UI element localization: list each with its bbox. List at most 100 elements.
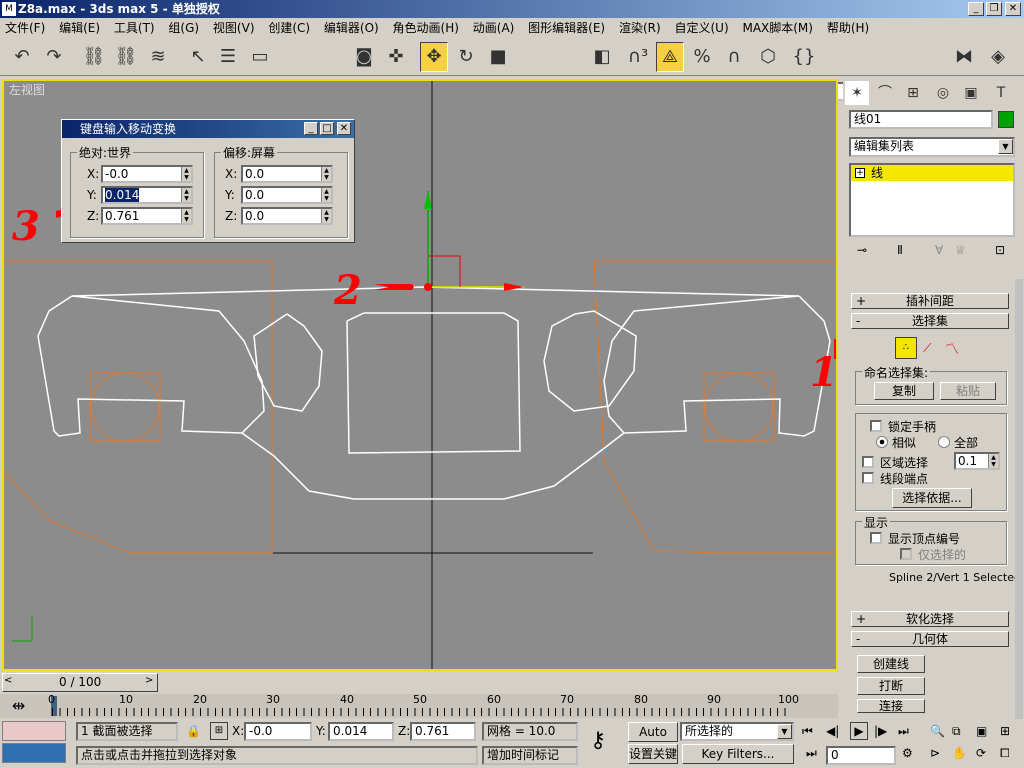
off-y-spinner[interactable]: 0.0 ▲ ▼ xyxy=(241,186,333,204)
time-prev-icon[interactable]: < xyxy=(4,675,12,686)
select-move-icon-alt[interactable]: ✜ xyxy=(382,42,410,72)
alike-radio[interactable] xyxy=(876,436,888,448)
show-end-result-icon[interactable]: Ⅱ xyxy=(897,243,903,257)
restore-button[interactable]: ❐ xyxy=(986,2,1002,16)
zoom-extents-icon[interactable]: ▣ xyxy=(976,724,987,738)
close-button[interactable]: ✕ xyxy=(1005,2,1021,16)
show-vertex-numbers-checkbox[interactable] xyxy=(870,532,882,544)
rollout-selection[interactable]: - 选择集 xyxy=(851,313,1009,329)
track-bar-icon[interactable]: ⇹ xyxy=(12,696,25,715)
vertex-subobject-button[interactable]: ∴ xyxy=(895,337,917,359)
time-slider-thumb[interactable]: < 0 / 100 > xyxy=(2,673,158,692)
window-crossing-icon[interactable]: ◙ xyxy=(350,42,378,72)
menu-modifiers[interactable]: 编辑器(O) xyxy=(319,18,384,38)
remove-modifier-icon[interactable]: ♕ xyxy=(955,243,966,257)
spinner-arrows-icon[interactable]: ▲ ▼ xyxy=(321,209,331,223)
menu-graph-editors[interactable]: 图形编辑器(E) xyxy=(523,18,610,38)
menu-animation[interactable]: 动画(A) xyxy=(468,18,520,38)
add-time-tag-field[interactable]: 增加时间标记 xyxy=(482,746,578,765)
named-sel-icon[interactable]: {} xyxy=(790,42,818,72)
unlink-icon[interactable]: ⛓ xyxy=(112,42,140,72)
menu-file[interactable]: 文件(F) xyxy=(0,18,50,38)
spinner-arrows-icon[interactable]: ▲ ▼ xyxy=(181,209,191,223)
time-next-icon[interactable]: > xyxy=(145,675,153,686)
configure-sets-icon[interactable]: ⊡ xyxy=(995,243,1005,257)
status-y-field[interactable]: 0.014 xyxy=(328,722,394,741)
time-slider-track[interactable]: < 0 / 100 > xyxy=(0,672,838,694)
dialog-minimize-button[interactable]: _ xyxy=(304,122,318,135)
redo-icon[interactable]: ↷ xyxy=(40,42,68,72)
goto-end-icon[interactable]: ⏭ xyxy=(898,724,909,739)
hierarchy-tab-icon[interactable]: ⊞ xyxy=(901,81,925,105)
rotate-icon[interactable]: ↻ xyxy=(452,42,480,72)
menu-maxscript[interactable]: MAX脚本(M) xyxy=(737,18,818,38)
maximize-viewport-icon[interactable]: ⧠ xyxy=(1000,746,1010,761)
pivot-icon[interactable]: ◧ xyxy=(588,42,616,72)
command-panel-scrollbar[interactable] xyxy=(1015,279,1023,719)
link-icon[interactable]: ⛓ xyxy=(80,42,108,72)
time-config-icon[interactable]: ⚙ xyxy=(902,746,913,760)
object-color-swatch[interactable] xyxy=(998,111,1014,128)
key-mode-icon[interactable]: ⏭ xyxy=(806,746,817,761)
set-key-button[interactable]: 设置关键帧 xyxy=(628,744,678,764)
menu-character[interactable]: 角色动画(H) xyxy=(388,18,464,38)
menu-tools[interactable]: 工具(T) xyxy=(109,18,160,38)
menu-create[interactable]: 创建(C) xyxy=(263,18,315,38)
menu-customize[interactable]: 自定义(U) xyxy=(669,18,733,38)
area-select-spinner[interactable]: 0.1 ▲ ▼ xyxy=(954,452,1000,470)
rect-selection-icon[interactable]: ▭ xyxy=(246,42,274,72)
abs-z-spinner[interactable]: 0.761 ▲ ▼ xyxy=(101,207,193,225)
zoom-icon[interactable]: 🔍 xyxy=(930,724,945,738)
spinner-arrows-icon[interactable]: ▲ ▼ xyxy=(181,188,191,202)
arc-rotate-icon[interactable]: ⟳ xyxy=(976,746,986,760)
all-radio[interactable] xyxy=(938,436,950,448)
rollout-interpolation[interactable]: + 插补间距 xyxy=(851,293,1009,309)
spinner-arrows-icon[interactable]: ▲ ▼ xyxy=(321,188,331,202)
expand-plus-icon[interactable]: + xyxy=(855,168,865,178)
status-z-field[interactable]: 0.761 xyxy=(410,722,476,741)
spinner-arrows-icon[interactable]: ▲ ▼ xyxy=(321,167,331,181)
percent-snap-icon[interactable]: % xyxy=(688,42,716,72)
lock-handles-checkbox[interactable] xyxy=(870,420,882,432)
spinner-arrows-icon[interactable]: ▲ ▼ xyxy=(181,167,191,181)
scale-icon[interactable]: ■ xyxy=(484,42,512,72)
menu-rendering[interactable]: 渲染(R) xyxy=(614,18,666,38)
spline-subobject-icon[interactable]: 〽 xyxy=(945,339,959,359)
auto-key-button[interactable]: Auto Key xyxy=(628,722,678,757)
utilities-tab-icon[interactable]: T xyxy=(989,81,1013,105)
dialog-close-button[interactable]: ✕ xyxy=(337,122,351,135)
rollout-geometry[interactable]: - 几何体 xyxy=(851,631,1009,647)
selected-set-dropdown[interactable]: 所选择的 ▼ xyxy=(680,722,794,741)
undo-icon[interactable]: ↶ xyxy=(8,42,36,72)
goto-start-icon[interactable]: ⏮ xyxy=(802,724,813,739)
snap-3d-icon[interactable]: ∩³ xyxy=(624,42,652,72)
area-select-checkbox[interactable] xyxy=(862,456,874,468)
select-arrow-icon[interactable]: ↖ xyxy=(184,42,212,72)
next-frame-icon[interactable]: |▶ xyxy=(874,724,887,738)
menu-help[interactable]: 帮助(H) xyxy=(822,18,874,38)
pan-icon[interactable]: ✋ xyxy=(952,746,967,760)
display-tab-icon[interactable]: ▣ xyxy=(959,81,983,105)
segment-subobject-icon[interactable]: ⟋ xyxy=(923,341,931,356)
copy-button[interactable]: 复制 xyxy=(874,382,934,400)
align-icon[interactable]: ◈ xyxy=(984,42,1012,72)
break-button[interactable]: 打断 xyxy=(857,677,925,695)
status-x-field[interactable]: -0.0 xyxy=(244,722,312,741)
menu-views[interactable]: 视图(V) xyxy=(208,18,260,38)
maxscript-listener-pink[interactable] xyxy=(2,721,66,741)
off-x-spinner[interactable]: 0.0 ▲ ▼ xyxy=(241,165,333,183)
play-icon[interactable]: ▶ xyxy=(850,722,868,740)
prev-frame-icon[interactable]: ◀| xyxy=(826,724,839,738)
edit-named-sel-icon[interactable]: ⬡ xyxy=(754,42,782,72)
stack-item-line[interactable]: + 线 xyxy=(851,165,1013,181)
key-filters-button[interactable]: Key Filters... xyxy=(682,744,794,764)
off-z-spinner[interactable]: 0.0 ▲ ▼ xyxy=(241,207,333,225)
dialog-maximize-button[interactable]: □ xyxy=(320,122,334,135)
create-tab-icon[interactable]: ✶ xyxy=(845,81,869,105)
object-name-field[interactable]: 线01 xyxy=(849,110,993,129)
lock-selection-icon[interactable]: 🔒 xyxy=(186,724,201,738)
make-unique-icon[interactable]: ∀ xyxy=(935,243,943,257)
spinner-snap-icon[interactable]: ∩ xyxy=(720,42,748,72)
field-of-view-icon[interactable]: ⊳ xyxy=(930,746,940,760)
pin-stack-icon[interactable]: ⊸ xyxy=(857,243,867,257)
